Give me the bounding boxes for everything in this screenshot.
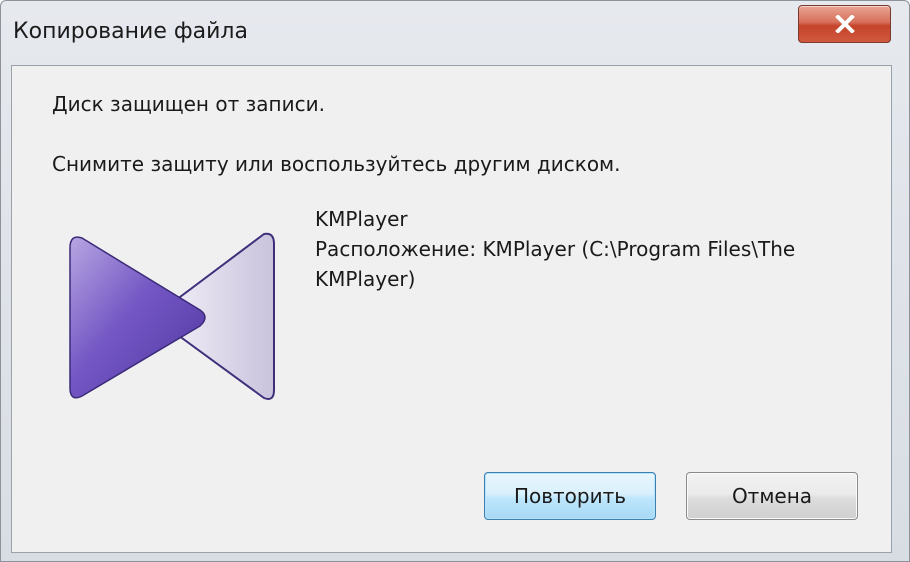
file-location: Расположение: KMPlayer (C:\Program Files… <box>315 237 796 261</box>
file-info: KMPlayer Расположение: KMPlayer (C:\Prog… <box>315 204 795 294</box>
file-name: KMPlayer <box>315 207 408 231</box>
window-title: Копирование файла <box>13 19 248 44</box>
title-bar[interactable]: Копирование файла <box>1 1 909 65</box>
retry-button[interactable]: Повторить <box>484 472 656 520</box>
close-icon <box>835 15 855 33</box>
file-location-continued: KMPlayer) <box>315 267 416 291</box>
error-message: Диск защищен от записи. <box>52 92 325 116</box>
close-button[interactable] <box>798 5 891 43</box>
dialog-content: Диск защищен от записи. Снимите защиту и… <box>11 65 892 553</box>
copy-file-dialog: Копирование файла Диск защищен от записи… <box>0 0 910 562</box>
instruction-message: Снимите защиту или воспользуйтесь другим… <box>52 152 621 176</box>
kmplayer-logo-icon <box>69 232 275 400</box>
cancel-button[interactable]: Отмена <box>686 472 858 520</box>
